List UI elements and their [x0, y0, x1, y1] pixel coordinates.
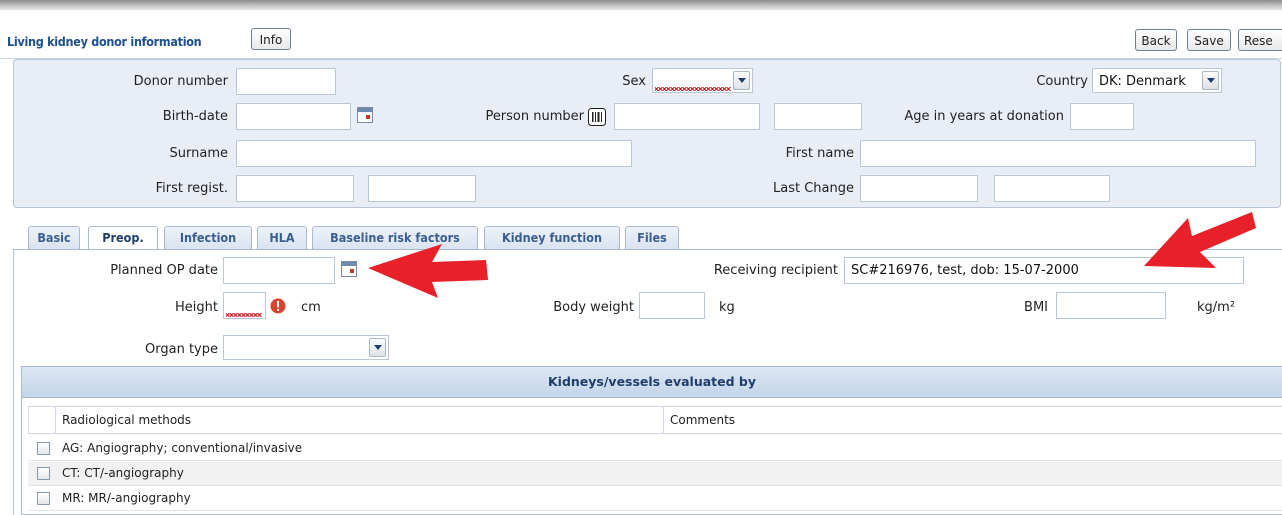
save-button[interactable]: Save: [1187, 29, 1231, 51]
select-column-header: [28, 406, 56, 434]
receiving-recipient-label: Receiving recipient: [713, 263, 838, 278]
row-checkbox[interactable]: [37, 467, 50, 480]
donor-number-label: Donor number: [133, 74, 228, 89]
person-number-label: Person number: [485, 109, 584, 124]
first-name-input[interactable]: [860, 140, 1256, 167]
age-at-donation-label: Age in years at donation: [904, 109, 1064, 124]
table-row[interactable]: CT: CT/-angiography: [28, 462, 1282, 486]
tab-basic[interactable]: Basic: [28, 226, 80, 250]
chevron-down-icon[interactable]: [1202, 71, 1219, 90]
back-button[interactable]: Back: [1135, 29, 1177, 51]
row-label: MR: MR/-angiography: [62, 491, 191, 505]
info-button[interactable]: Info: [251, 28, 291, 50]
reset-button[interactable]: Rese: [1238, 29, 1282, 51]
person-number-input[interactable]: [614, 103, 760, 130]
body-weight-unit: kg: [719, 300, 735, 315]
table-row[interactable]: AG: Angiography; conventional/invasive: [28, 437, 1282, 461]
country-select[interactable]: DK: Denmark: [1092, 68, 1222, 93]
donor-number-input[interactable]: [236, 68, 336, 95]
row-label: AG: Angiography; conventional/invasive: [62, 441, 303, 455]
column-header-comments[interactable]: Comments: [663, 406, 1282, 434]
calendar-icon[interactable]: [357, 107, 373, 123]
birth-date-label: Birth-date: [162, 109, 228, 124]
birth-date-input[interactable]: [236, 103, 351, 130]
column-header-radiological-methods[interactable]: Radiological methods: [55, 406, 664, 434]
grid-header: Kidneys/vessels evaluated by: [22, 367, 1282, 398]
bmi-label: BMI: [1024, 300, 1048, 315]
donor-summary-panel: Donor number Sex Country DK: Denmark Bir…: [13, 59, 1281, 208]
spellcheck-underline: [226, 313, 262, 317]
sex-label: Sex: [622, 74, 646, 89]
error-icon: [270, 298, 286, 314]
tab-files[interactable]: Files: [625, 226, 679, 250]
organ-type-label: Organ type: [145, 342, 218, 357]
barcode-icon[interactable]: [588, 108, 606, 126]
last-change-label: Last Change: [773, 181, 854, 196]
planned-op-date-input[interactable]: [223, 257, 335, 284]
calendar-icon[interactable]: [341, 261, 357, 277]
first-regist-label: First regist.: [155, 181, 228, 196]
spellcheck-underline: [655, 87, 731, 91]
first-name-label: First name: [785, 146, 854, 161]
surname-input[interactable]: [236, 140, 632, 167]
person-number-extra-input[interactable]: [774, 103, 862, 130]
grid-title: Kidneys/vessels evaluated by: [547, 374, 757, 389]
row-checkbox[interactable]: [37, 492, 50, 505]
annotation-arrow-left: [368, 244, 488, 298]
page-title: Living kidney donor information: [7, 34, 202, 49]
body-weight-label: Body weight: [553, 300, 634, 315]
body-weight-input[interactable]: [639, 292, 705, 319]
window-top-bar: [0, 0, 1282, 10]
last-change-input-2[interactable]: [994, 175, 1110, 202]
tab-hla[interactable]: HLA: [257, 226, 307, 250]
country-value: DK: Denmark: [1099, 74, 1186, 89]
organ-type-select[interactable]: [223, 335, 389, 360]
surname-label: Surname: [169, 146, 228, 161]
height-label: Height: [175, 300, 218, 315]
kidneys-vessels-grid: Kidneys/vessels evaluated by Radiologica…: [21, 366, 1282, 515]
sex-select[interactable]: [652, 68, 753, 93]
country-label: Country: [1036, 74, 1088, 89]
age-at-donation-input[interactable]: [1070, 103, 1134, 130]
chevron-down-icon[interactable]: [733, 71, 750, 90]
tab-kidney-function[interactable]: Kidney function: [484, 226, 620, 250]
tab-preop[interactable]: Preop.: [88, 226, 158, 251]
tab-infection[interactable]: Infection: [164, 226, 252, 250]
planned-op-date-label: Planned OP date: [110, 263, 218, 278]
bmi-input[interactable]: [1056, 292, 1166, 319]
row-checkbox[interactable]: [37, 442, 50, 455]
annotation-arrow-right: [1144, 212, 1256, 268]
chevron-down-icon[interactable]: [369, 338, 386, 357]
row-label: CT: CT/-angiography: [62, 466, 184, 480]
bmi-unit: kg/m²: [1197, 300, 1236, 315]
height-unit: cm: [301, 300, 321, 315]
first-regist-input-2[interactable]: [368, 175, 476, 202]
last-change-input-1[interactable]: [860, 175, 978, 202]
first-regist-input-1[interactable]: [236, 175, 354, 202]
table-row[interactable]: MR: MR/-angiography: [28, 487, 1282, 511]
page-header: Living kidney donor information Info Bac…: [0, 10, 1282, 59]
